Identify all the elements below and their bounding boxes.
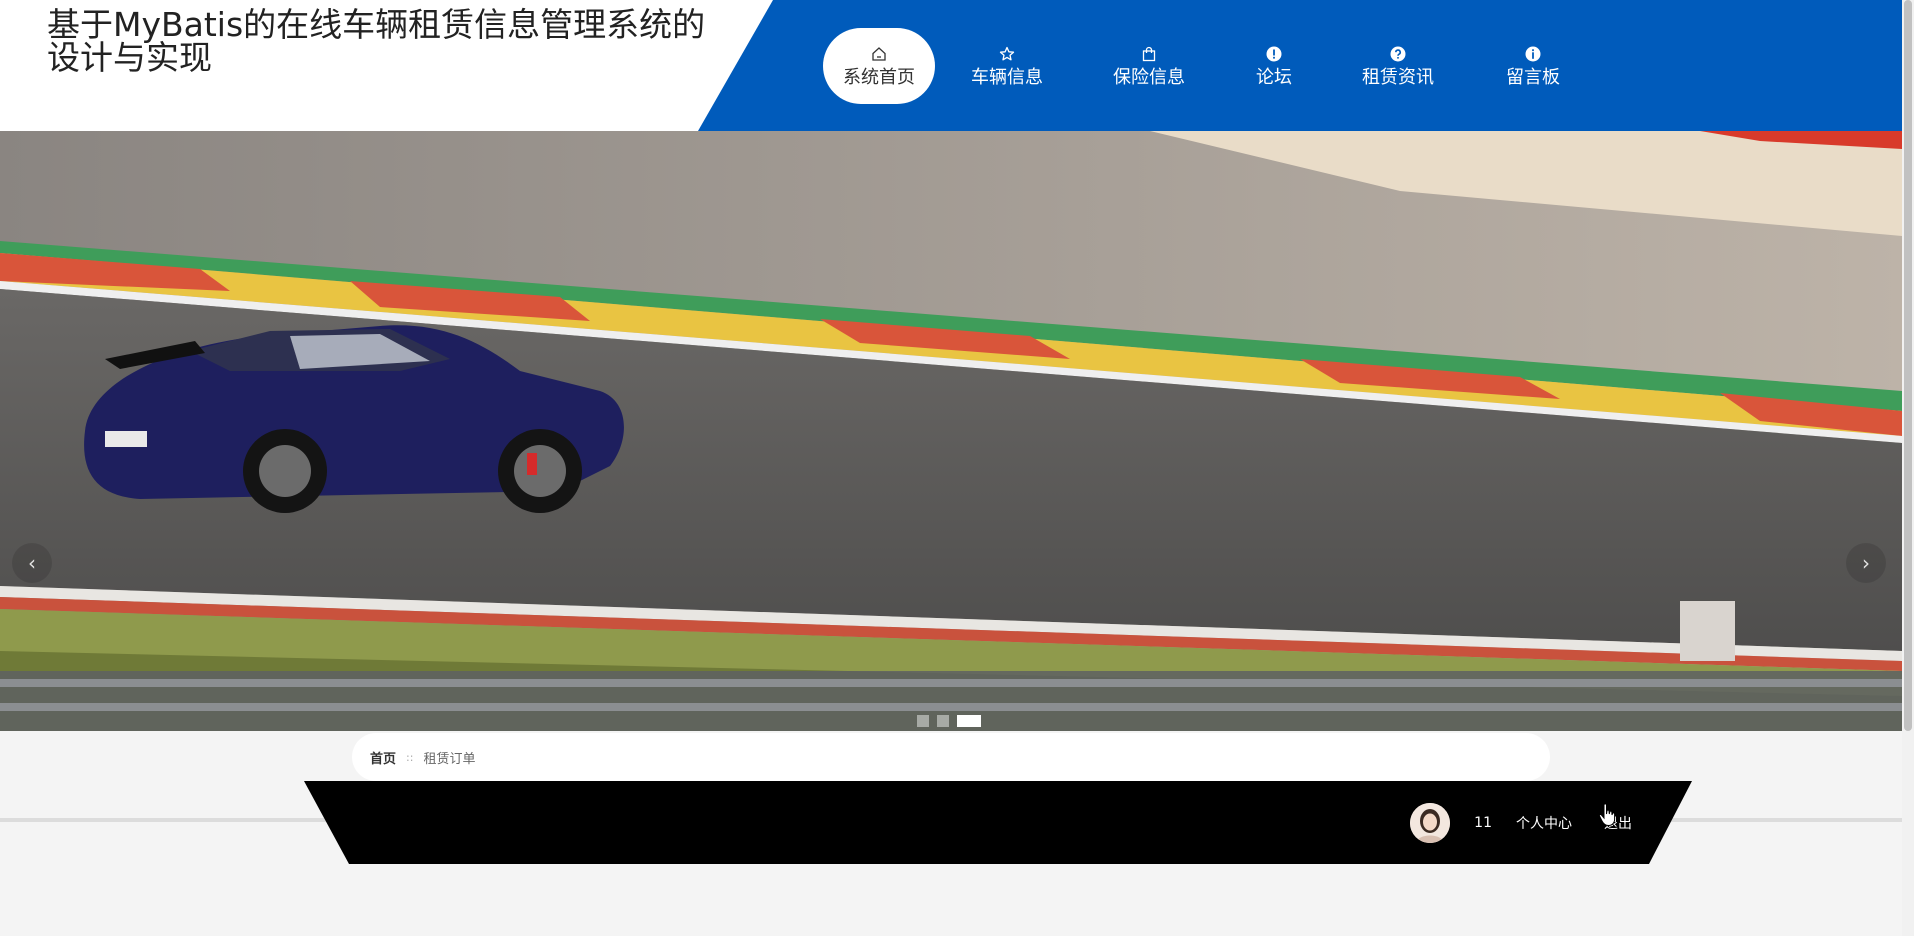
carousel-dot[interactable]	[937, 715, 949, 727]
site-title: 基于MyBatis的在线车辆租赁信息管理系统的设计与实现	[47, 5, 706, 77]
nav-item-news[interactable]: 租赁资讯	[1329, 28, 1467, 104]
nav-label: 租赁资讯	[1362, 66, 1434, 88]
info-icon	[1524, 45, 1542, 63]
breadcrumb-home-link[interactable]: 首页	[370, 748, 396, 767]
breadcrumb-separator: ::	[406, 750, 414, 764]
nav-label: 论坛	[1256, 66, 1292, 88]
carousel-next-button[interactable]: ›	[1846, 543, 1886, 583]
banner-carousel[interactable]: ‹ ›	[0, 131, 1902, 731]
exclamation-icon	[1265, 45, 1283, 63]
user-area: 11 个人中心 退出	[1410, 781, 1632, 864]
nav-label: 保险信息	[1113, 66, 1185, 88]
hand-cursor-icon	[1598, 802, 1616, 826]
user-center-link[interactable]: 个人中心	[1516, 813, 1572, 833]
nav-label: 车辆信息	[971, 66, 1043, 88]
chevron-left-icon: ‹	[28, 551, 36, 575]
user-avatar-icon	[1410, 802, 1451, 843]
nav-item-messages[interactable]: 留言板	[1467, 28, 1599, 104]
chevron-right-icon: ›	[1862, 551, 1870, 575]
nav-label: 留言板	[1506, 66, 1560, 88]
breadcrumb: 首页 :: 租赁订单	[352, 733, 1550, 781]
nav-label: 系统首页	[843, 66, 915, 88]
star-icon	[998, 45, 1016, 63]
carousel-dot[interactable]	[917, 715, 929, 727]
carousel-prev-button[interactable]: ‹	[12, 543, 52, 583]
nav-item-forum[interactable]: 论坛	[1219, 28, 1329, 104]
banner-image	[0, 131, 1902, 731]
carousel-dot-active[interactable]	[957, 715, 981, 727]
avatar[interactable]	[1410, 802, 1451, 843]
page: 基于MyBatis的在线车辆租赁信息管理系统的设计与实现 系统首页 车辆信息 保…	[0, 0, 1914, 936]
question-icon	[1389, 45, 1407, 63]
logout-link[interactable]: 退出	[1598, 802, 1632, 833]
carousel-indicators	[917, 715, 981, 727]
nav-item-insurance[interactable]: 保险信息	[1079, 28, 1219, 104]
breadcrumb-current: 租赁订单	[423, 751, 476, 767]
scrollbar-thumb[interactable]	[1904, 0, 1912, 731]
nav-item-home[interactable]: 系统首页	[823, 28, 935, 104]
nav-item-vehicles[interactable]: 车辆信息	[935, 28, 1079, 104]
username: 11	[1474, 814, 1492, 831]
user-bar: 11 个人中心 退出	[304, 781, 1692, 864]
header: 基于MyBatis的在线车辆租赁信息管理系统的设计与实现 系统首页 车辆信息 保…	[0, 0, 1902, 131]
main-nav: 系统首页 车辆信息 保险信息 论坛 租赁资讯 留言板	[823, 28, 1599, 104]
home-icon	[870, 45, 888, 63]
bag-icon	[1140, 45, 1158, 63]
